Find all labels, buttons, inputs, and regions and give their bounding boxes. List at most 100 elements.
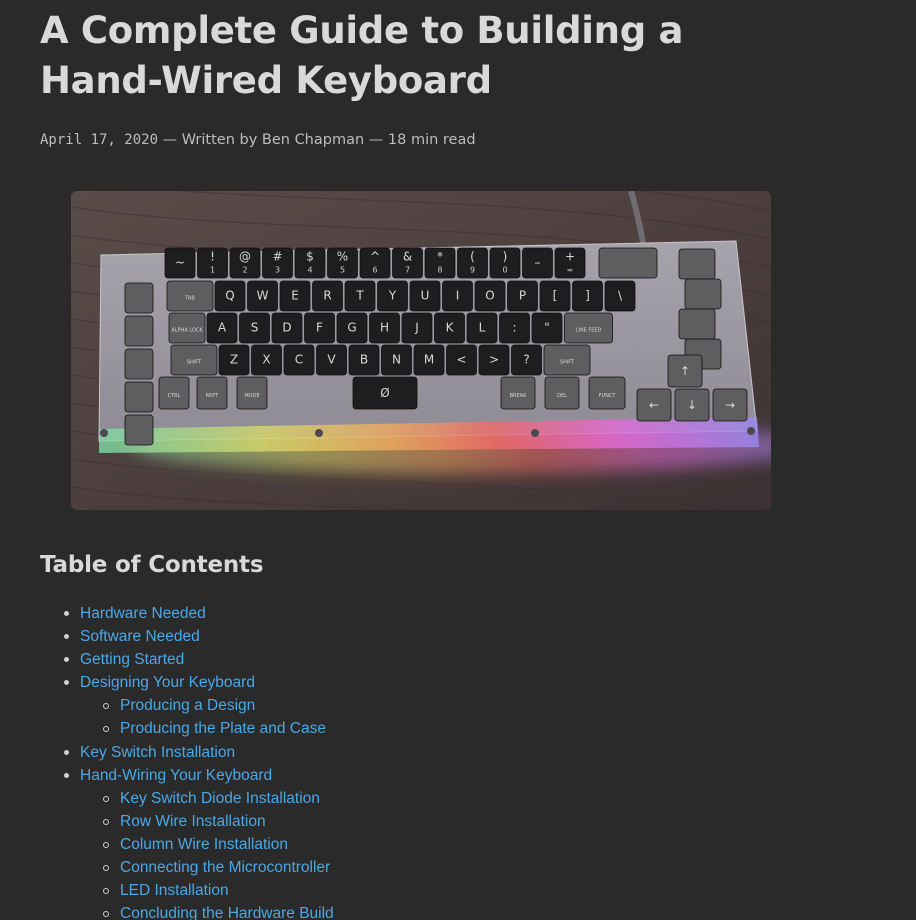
keycap-legend: M — [424, 353, 434, 367]
keycap-legend: S — [251, 321, 259, 335]
keycap-legend: % — [337, 250, 348, 264]
keycap-legend: > — [489, 353, 499, 367]
keycap-legend: D — [282, 321, 291, 335]
keycap-legend: DEL — [557, 393, 567, 399]
disc-bullet-icon — [64, 634, 69, 640]
keycap-legend: J — [414, 321, 419, 335]
author-byline: Written by Ben Chapman — [181, 132, 365, 148]
keycap-legend: U — [421, 289, 430, 303]
toc-item: Designing Your Keyboard — [40, 671, 334, 694]
toc-link[interactable]: Producing a Design — [120, 697, 255, 714]
keycap-legend: W — [257, 289, 269, 303]
toc-link[interactable]: Getting Started — [80, 651, 184, 668]
keycap-legend: C — [295, 353, 303, 367]
keycap-legend: FUNCT — [599, 393, 617, 399]
keycap-legend: ↑ — [680, 364, 690, 378]
keycap-legend: ] — [585, 289, 590, 303]
toc-item: Getting Started — [40, 648, 334, 671]
keycap-legend: ) — [503, 250, 508, 264]
keycap-legend: TAB — [184, 296, 195, 302]
keycap-legend: – — [535, 256, 541, 270]
keycap-legend: 1 — [210, 266, 215, 275]
keycap-legend: SHIFT — [187, 360, 202, 366]
keycap-legend: N — [392, 353, 401, 367]
keycap-legend: REPT — [206, 393, 220, 399]
keycap — [124, 414, 154, 446]
keycap-legend: H — [380, 321, 389, 335]
circle-bullet-icon — [103, 888, 109, 895]
keycap — [124, 282, 154, 314]
toc-link[interactable]: Hardware Needed — [80, 605, 206, 622]
toc-link[interactable]: Software Needed — [80, 628, 200, 645]
keycap-legend: 0 — [502, 266, 507, 275]
keycap-legend: * — [437, 250, 443, 264]
publish-date: April 17, 2020 — [40, 132, 159, 148]
keycap-legend: @ — [239, 250, 251, 264]
disc-bullet-icon — [64, 772, 69, 778]
toc-item: Key Switch Installation — [40, 741, 334, 764]
toc-link[interactable]: LED Installation — [120, 882, 229, 899]
keycap-legend: 2 — [242, 266, 247, 275]
article-meta: April 17, 2020 — Written by Ben Chapman … — [40, 130, 476, 150]
circle-bullet-icon — [103, 703, 109, 710]
toc-item: Producing a Design — [40, 694, 334, 717]
keycap-legend: Q — [225, 289, 234, 303]
keycap-legend: LINE FEED — [576, 328, 602, 334]
keycap-legend: 8 — [437, 266, 442, 275]
meta-separator: — — [364, 132, 388, 148]
keycap-legend: 7 — [405, 266, 410, 275]
keycap-legend: ( — [470, 250, 475, 264]
toc-item: LED Installation — [40, 879, 334, 902]
toc-item: Column Wire Installation — [40, 833, 334, 856]
toc-item: Key Switch Diode Installation — [40, 787, 334, 810]
toc-link[interactable]: Connecting the Microcontroller — [120, 859, 330, 876]
keycap-legend: Z — [230, 353, 238, 367]
meta-separator: — — [158, 132, 182, 148]
toc-link[interactable]: Key Switch Installation — [80, 744, 235, 761]
keycap-legend: + — [565, 250, 575, 264]
keycap-legend: K — [446, 321, 455, 335]
keycap-legend: = — [567, 266, 574, 275]
keycap-legend: ? — [523, 353, 529, 367]
keycap — [678, 248, 716, 280]
circle-bullet-icon — [103, 818, 109, 825]
keycap-legend: & — [403, 250, 412, 264]
keycap-legend: : — [512, 321, 516, 335]
toc-link[interactable]: Concluding the Hardware Build — [120, 905, 334, 920]
keycap-legend: ↓ — [687, 398, 697, 412]
keycap — [598, 247, 658, 279]
disc-bullet-icon — [64, 749, 69, 755]
keycap-legend: X — [262, 353, 270, 367]
toc-link[interactable]: Hand-Wiring Your Keyboard — [80, 767, 272, 784]
circle-bullet-icon — [103, 911, 109, 918]
toc-item: Hand-Wiring Your Keyboard — [40, 764, 334, 787]
keycap-legend: I — [456, 289, 460, 303]
keycap-legend: # — [272, 250, 282, 264]
keycap-legend: ← — [649, 398, 659, 412]
keycap-legend: $ — [306, 250, 314, 264]
keycap-legend: Ø — [380, 386, 389, 400]
keycap-legend: SHIFT — [560, 360, 575, 366]
toc-item: Software Needed — [40, 625, 334, 648]
disc-bullet-icon — [64, 657, 69, 663]
keycap-legend: E — [291, 289, 299, 303]
keycap-legend: " — [544, 321, 550, 335]
keycap-legend: ^ — [370, 250, 380, 264]
toc-link[interactable]: Designing Your Keyboard — [80, 674, 255, 691]
toc-link[interactable]: Column Wire Installation — [120, 836, 288, 853]
keycap-legend: A — [218, 321, 227, 335]
toc-link[interactable]: Producing the Plate and Case — [120, 720, 326, 737]
keycap-legend: L — [479, 321, 486, 335]
keycap-legend: T — [355, 289, 364, 303]
circle-bullet-icon — [103, 865, 109, 872]
keycap — [678, 308, 716, 340]
toc-link[interactable]: Row Wire Installation — [120, 813, 266, 830]
toc-item: Producing the Plate and Case — [40, 717, 334, 740]
keycap-legend: O — [485, 289, 494, 303]
keycap-legend: B — [360, 353, 368, 367]
toc-link[interactable]: Key Switch Diode Installation — [120, 790, 320, 807]
keycap-legend: < — [456, 353, 466, 367]
keycap-legend: MODE — [244, 393, 259, 399]
hero-image-keyboard-photo: ~! 1 @2 #3 $4% 5 ^ 6 & 7 * 8(9) 0– + = TAB Q W E R T Y U I O P[] \… — [71, 191, 771, 510]
toc-heading: Table of Contents — [40, 552, 264, 578]
